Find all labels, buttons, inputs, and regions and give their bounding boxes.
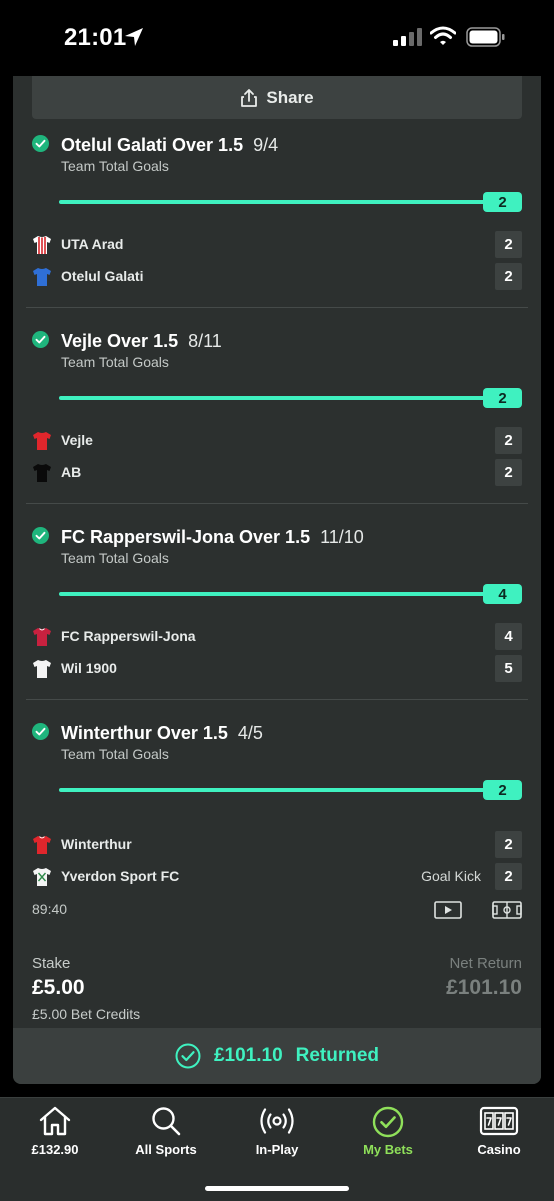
net-return-label: Net Return xyxy=(449,955,522,972)
team-score: 2 xyxy=(495,831,522,858)
leg-odds: 9/4 xyxy=(253,135,279,155)
leg-odds: 8/11 xyxy=(188,331,222,351)
bet-card: Share Otelul Galati Over 1.5 9/4 Team Tot… xyxy=(13,76,541,1084)
team-score: 2 xyxy=(495,863,522,890)
bet-leg: Winterthur Over 1.5 4/5 Team Total Goals … xyxy=(13,664,541,890)
team-name: Vejle xyxy=(61,432,93,448)
progress-badge: 2 xyxy=(483,780,522,800)
check-circle-icon xyxy=(175,1043,201,1069)
team-score: 2 xyxy=(495,427,522,454)
leg-market: Team Total Goals xyxy=(61,746,169,762)
leg-selection: Winterthur Over 1.5 4/5 xyxy=(61,723,263,744)
leg-market: Team Total Goals xyxy=(61,550,169,566)
team-row: Vejle 2 xyxy=(13,427,541,455)
team-row: FC Rapperswil-Jona 4 xyxy=(13,623,541,651)
nav-item-in-play[interactable]: In-Play xyxy=(222,1098,332,1168)
team-score: 2 xyxy=(495,231,522,258)
nav-item-balance[interactable]: £132.90 xyxy=(0,1098,110,1168)
team-name: Winterthur xyxy=(61,836,132,852)
progress-badge: 2 xyxy=(483,388,522,408)
progress-badge: 2 xyxy=(483,192,522,212)
location-arrow-icon xyxy=(125,28,143,46)
returned-amount: £101.10 xyxy=(213,1045,283,1066)
stake-value: £5.00 xyxy=(32,976,85,999)
team-row: UTA Arad 2 xyxy=(13,231,541,259)
bet-leg: Vejle Over 1.5 8/11 Team Total Goals 2 Ve… xyxy=(13,272,541,504)
live-stream-icon[interactable] xyxy=(434,900,462,920)
nav-label: All Sports xyxy=(135,1142,197,1157)
battery-icon xyxy=(466,27,505,47)
live-event-status: Goal Kick xyxy=(421,868,481,884)
nav-label: £132.90 xyxy=(31,1142,79,1157)
nav-label: My Bets xyxy=(363,1142,413,1157)
progress-bar xyxy=(59,592,485,596)
returned-banner: £101.10 Returned xyxy=(13,1028,541,1084)
home-indicator xyxy=(205,1186,349,1191)
progress-bar xyxy=(59,396,485,400)
selection-name: FC Rapperswil-Jona Over 1.5 xyxy=(61,527,311,547)
match-clock: 89:40 xyxy=(32,901,68,917)
team-kit-icon xyxy=(33,236,51,254)
team-kit-icon xyxy=(33,836,51,854)
check-circle-icon xyxy=(32,527,49,544)
bet-leg: FC Rapperswil-Jona Over 1.5 11/10 Team To… xyxy=(13,468,541,700)
leg-market: Team Total Goals xyxy=(61,354,169,370)
nav-label: Casino xyxy=(477,1142,521,1157)
nav-label: In-Play xyxy=(255,1142,299,1157)
team-row: Yverdon Sport FC Goal Kick 2 xyxy=(13,863,541,891)
progress-bar xyxy=(59,788,485,792)
match-tracker-icon[interactable] xyxy=(492,900,522,920)
selection-name: Winterthur Over 1.5 xyxy=(61,723,228,743)
leg-selection: FC Rapperswil-Jona Over 1.5 11/10 xyxy=(61,527,364,548)
team-score: 4 xyxy=(495,623,522,650)
team-kit-icon xyxy=(33,868,51,886)
leg-market: Team Total Goals xyxy=(61,158,169,174)
live-broadcast-icon xyxy=(260,1108,294,1134)
signal-strength-icon xyxy=(393,28,422,46)
status-time: 21:01 xyxy=(64,24,127,51)
status-bar: 21:01 xyxy=(0,0,554,76)
team-row: Winterthur 2 xyxy=(13,831,541,859)
team-kit-icon xyxy=(33,628,51,646)
leg-odds: 4/5 xyxy=(237,723,263,743)
nav-item-all-sports[interactable]: All Sports xyxy=(111,1098,221,1168)
search-icon xyxy=(152,1107,181,1136)
leg-odds: 11/10 xyxy=(320,527,364,547)
check-circle-icon xyxy=(32,135,49,152)
leg-selection: Otelul Galati Over 1.5 9/4 xyxy=(61,135,278,156)
selection-name: Vejle Over 1.5 xyxy=(61,331,179,351)
check-circle-icon xyxy=(372,1106,404,1138)
team-name: Yverdon Sport FC xyxy=(61,868,180,884)
progress-badge: 4 xyxy=(483,584,522,604)
wifi-icon xyxy=(430,26,456,45)
slot-machine-icon xyxy=(479,1106,519,1136)
check-circle-icon xyxy=(32,331,49,348)
home-icon xyxy=(39,1106,71,1136)
team-kit-icon xyxy=(33,432,51,450)
stake-label: Stake xyxy=(32,955,71,972)
selection-name: Otelul Galati Over 1.5 xyxy=(61,135,244,155)
team-name: UTA Arad xyxy=(61,236,124,252)
nav-item-my-bets[interactable]: My Bets xyxy=(333,1098,443,1168)
net-return-value: £101.10 xyxy=(446,976,522,999)
check-circle-icon xyxy=(32,723,49,740)
progress-bar xyxy=(59,200,485,204)
team-name: FC Rapperswil-Jona xyxy=(61,628,196,644)
leg-selection: Vejle Over 1.5 8/11 xyxy=(61,331,222,352)
returned-label: Returned xyxy=(295,1045,380,1066)
nav-item-casino[interactable]: Casino xyxy=(444,1098,554,1168)
stake-credits: £5.00 Bet Credits xyxy=(32,1006,141,1022)
bet-leg: Otelul Galati Over 1.5 9/4 Team Total Goa… xyxy=(13,76,541,308)
